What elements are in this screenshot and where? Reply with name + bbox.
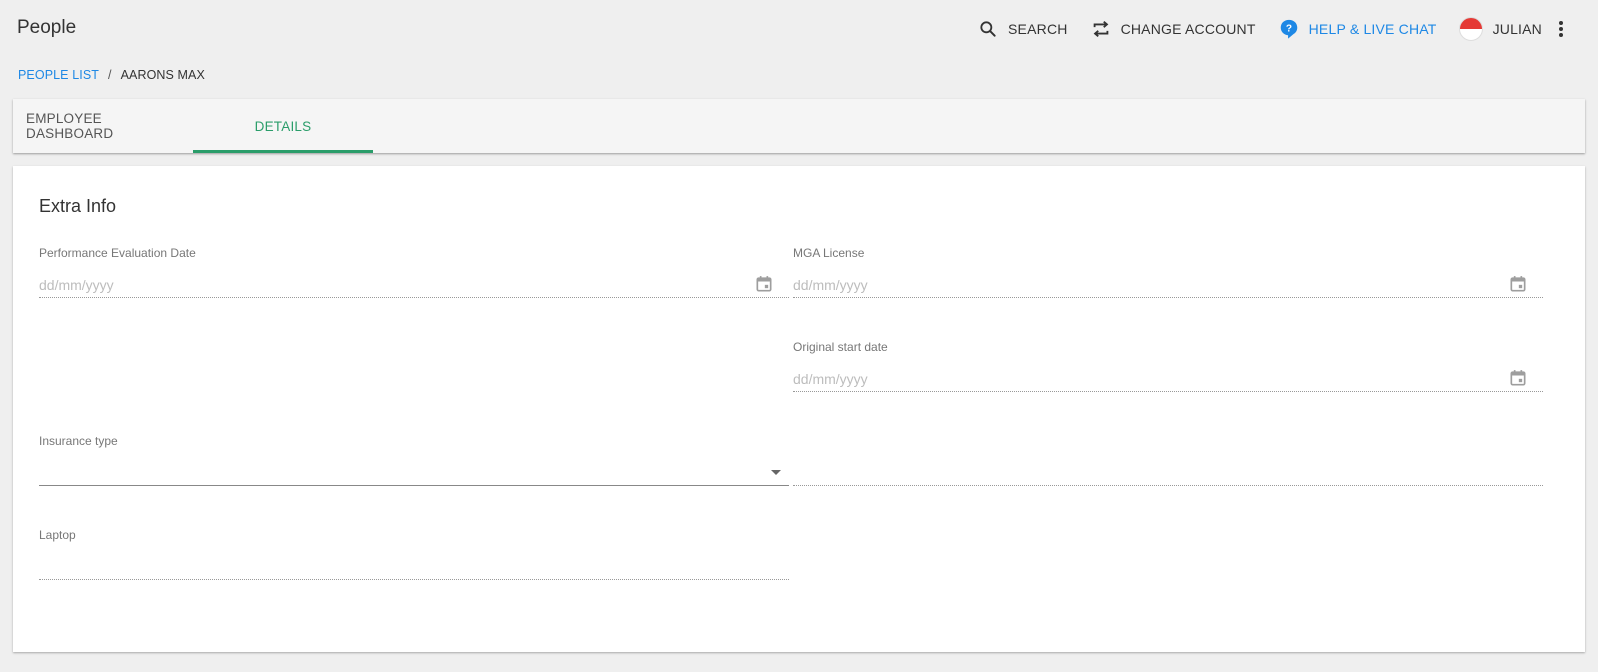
user-menu-button[interactable]: JULIAN	[1458, 17, 1542, 41]
app-title: People	[17, 17, 77, 38]
header-actions: SEARCH CHANGE ACCOUNT ? HELP & LIVE CHAT…	[955, 16, 1568, 42]
calendar-icon[interactable]	[1508, 274, 1528, 294]
chevron-down-icon[interactable]	[771, 470, 781, 475]
unlabeled-field-label	[793, 434, 1543, 450]
mga-license-input[interactable]	[793, 272, 1543, 293]
insurance-type-field: Insurance type	[39, 434, 789, 486]
help-live-chat-button[interactable]: ? HELP & LIVE CHAT	[1278, 18, 1437, 40]
insurance-type-select[interactable]	[39, 456, 789, 486]
original-start-date-control	[793, 362, 1543, 392]
change-account-label: CHANGE ACCOUNT	[1120, 21, 1256, 37]
breadcrumb-current: AARONS MAX	[120, 68, 205, 82]
performance-evaluation-date-control	[39, 268, 789, 298]
breadcrumb-separator: /	[108, 68, 112, 82]
insurance-type-value	[39, 469, 789, 473]
card-title: Extra Info	[39, 196, 117, 216]
original-start-date-input[interactable]	[793, 366, 1543, 387]
help-live-chat-label: HELP & LIVE CHAT	[1308, 21, 1437, 37]
unlabeled-field-control	[793, 456, 1543, 486]
unlabeled-input[interactable]	[793, 460, 1543, 481]
mga-license-control	[793, 268, 1543, 298]
laptop-input[interactable]	[39, 554, 789, 575]
change-account-button[interactable]: CHANGE ACCOUNT	[1090, 18, 1256, 40]
original-start-date-field: Original start date	[793, 340, 1543, 392]
unlabeled-field	[793, 434, 1543, 486]
extra-info-card: Extra Info Performance Evaluation Date M…	[13, 166, 1585, 652]
performance-evaluation-date-label: Performance Evaluation Date	[39, 246, 196, 260]
insurance-type-label: Insurance type	[39, 434, 118, 448]
swap-icon	[1090, 18, 1112, 40]
top-bar: People SEARCH CHANGE ACCOUNT ? HELP & LI…	[0, 0, 1598, 58]
calendar-icon[interactable]	[1508, 368, 1528, 388]
tab-details[interactable]: DETAILS	[193, 99, 373, 153]
user-name: JULIAN	[1492, 21, 1542, 37]
tab-employee-dashboard[interactable]: EMPLOYEE DASHBOARD	[13, 99, 193, 153]
laptop-control	[39, 550, 789, 580]
search-icon	[977, 18, 999, 40]
laptop-label: Laptop	[39, 528, 76, 542]
more-vert-icon[interactable]	[1554, 20, 1568, 38]
performance-evaluation-date-field: Performance Evaluation Date	[39, 246, 789, 298]
search-label: SEARCH	[1008, 21, 1068, 37]
laptop-field: Laptop	[39, 528, 789, 580]
calendar-icon[interactable]	[754, 274, 774, 294]
original-start-date-label: Original start date	[793, 340, 888, 354]
breadcrumb-people-list-link[interactable]: PEOPLE LIST	[18, 68, 99, 82]
svg-text:?: ?	[1285, 23, 1291, 34]
help-chat-icon: ?	[1278, 18, 1300, 40]
mga-license-field: MGA License	[793, 246, 1543, 298]
breadcrumb: PEOPLE LIST / AARONS MAX	[18, 68, 205, 82]
avatar	[1458, 17, 1483, 41]
mga-license-label: MGA License	[793, 246, 865, 260]
performance-evaluation-date-input[interactable]	[39, 272, 789, 293]
tab-bar: EMPLOYEE DASHBOARD DETAILS	[13, 99, 1585, 153]
search-button[interactable]: SEARCH	[977, 18, 1068, 40]
